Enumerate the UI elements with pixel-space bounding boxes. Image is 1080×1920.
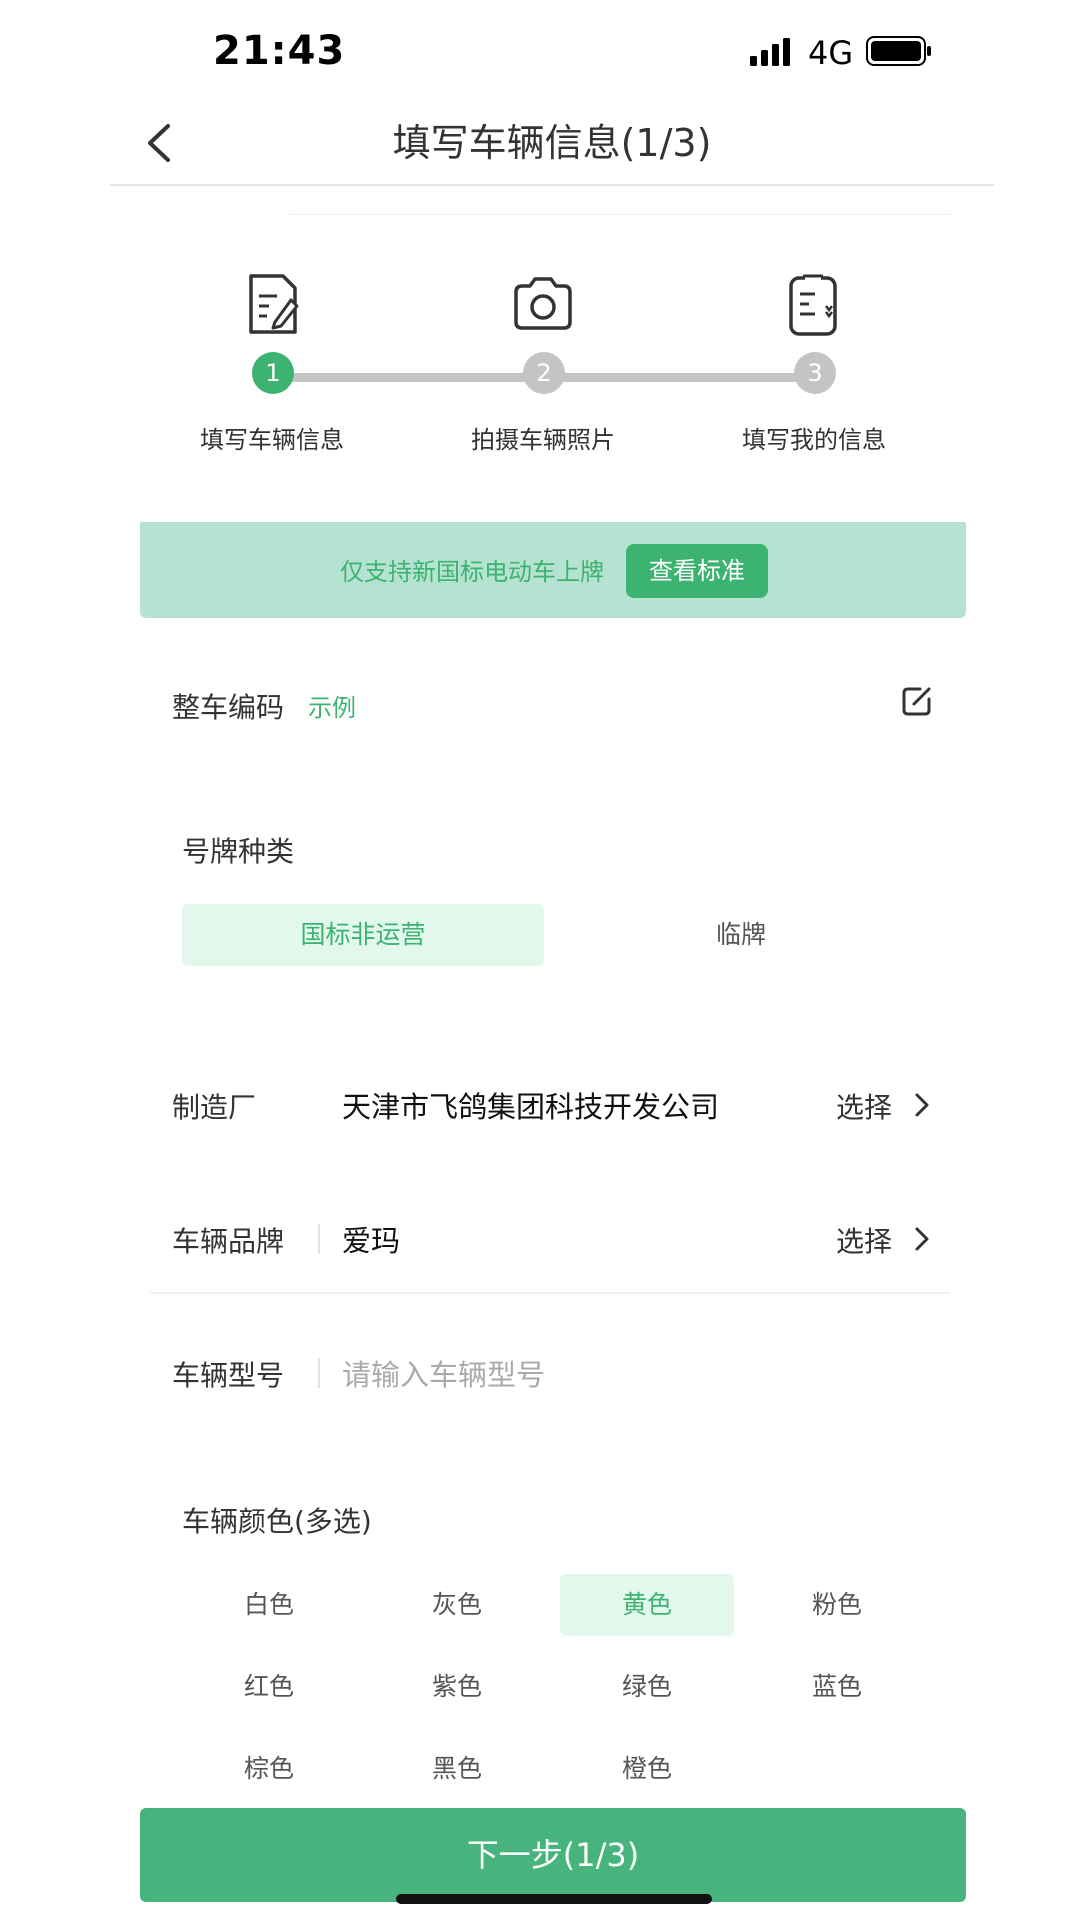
step-2-number: 2 bbox=[523, 352, 565, 394]
manufacturer-label: 制造厂 bbox=[172, 1091, 257, 1124]
manufacturer-select[interactable]: 选择 bbox=[836, 1086, 892, 1126]
brand-value[interactable]: 爱玛 bbox=[342, 1218, 400, 1260]
step-1: 1 填写车辆信息 bbox=[162, 208, 382, 458]
status-time: 21:43 bbox=[213, 28, 346, 74]
color-option-brown[interactable]: 棕色 bbox=[182, 1738, 356, 1800]
next-step-button[interactable]: 下一步(1/3) bbox=[140, 1808, 966, 1902]
status-bar: 21:43 4G bbox=[0, 0, 1080, 100]
brand-select[interactable]: 选择 bbox=[836, 1220, 892, 1260]
plate-type-label: 号牌种类 bbox=[182, 835, 295, 868]
clipboard-icon bbox=[789, 274, 837, 336]
step-1-label: 填写车辆信息 bbox=[200, 426, 344, 454]
step-1-number: 1 bbox=[252, 352, 294, 394]
chevron-right-icon[interactable] bbox=[914, 1090, 930, 1120]
navigation-bar: 填写车辆信息(1/3) bbox=[110, 100, 994, 186]
step-2-label: 拍摄车辆照片 bbox=[471, 426, 615, 454]
step-2: 2 拍摄车辆照片 bbox=[433, 208, 653, 458]
color-option-gray[interactable]: 灰色 bbox=[370, 1574, 544, 1636]
document-edit-icon bbox=[249, 274, 299, 334]
model-input[interactable]: 请输入车辆型号 bbox=[342, 1352, 545, 1394]
plate-option-national[interactable]: 国标非运营 bbox=[182, 904, 544, 966]
vin-example-link[interactable]: 示例 bbox=[308, 688, 356, 723]
page-title: 填写车辆信息(1/3) bbox=[392, 121, 712, 165]
battery-icon bbox=[866, 36, 931, 66]
notice-text: 仅支持新国标电动车上牌 bbox=[340, 558, 604, 586]
color-option-black[interactable]: 黑色 bbox=[370, 1738, 544, 1800]
color-option-purple[interactable]: 紫色 bbox=[370, 1656, 544, 1718]
home-indicator[interactable] bbox=[396, 1894, 712, 1904]
step-3-label: 填写我的信息 bbox=[742, 426, 886, 454]
step-3: 3 填写我的信息 bbox=[704, 208, 924, 458]
color-option-white[interactable]: 白色 bbox=[182, 1574, 356, 1636]
plate-option-temporary[interactable]: 临牌 bbox=[560, 904, 922, 966]
divider bbox=[150, 1292, 950, 1294]
edit-icon[interactable] bbox=[900, 684, 934, 718]
divider bbox=[318, 1224, 320, 1254]
view-standard-button[interactable]: 查看标准 bbox=[626, 544, 768, 598]
color-option-yellow[interactable]: 黄色 bbox=[560, 1574, 734, 1636]
chevron-right-icon[interactable] bbox=[914, 1224, 930, 1254]
step-3-number: 3 bbox=[794, 352, 836, 394]
color-option-pink[interactable]: 粉色 bbox=[750, 1574, 924, 1636]
divider bbox=[318, 1358, 320, 1388]
model-label: 车辆型号 bbox=[172, 1359, 285, 1392]
color-option-orange[interactable]: 橙色 bbox=[560, 1738, 734, 1800]
network-label: 4G bbox=[808, 34, 854, 72]
manufacturer-value[interactable]: 天津市飞鸽集团科技开发公司 bbox=[342, 1084, 719, 1126]
color-option-red[interactable]: 红色 bbox=[182, 1656, 356, 1718]
color-option-green[interactable]: 绿色 bbox=[560, 1656, 734, 1718]
notice-banner: 仅支持新国标电动车上牌 查看标准 bbox=[140, 522, 966, 618]
vin-label: 整车编码 bbox=[172, 691, 285, 724]
camera-icon bbox=[514, 277, 572, 330]
signal-icon bbox=[750, 38, 790, 66]
brand-label: 车辆品牌 bbox=[172, 1225, 285, 1258]
color-label: 车辆颜色(多选) bbox=[182, 1505, 372, 1538]
color-option-blue[interactable]: 蓝色 bbox=[750, 1656, 924, 1718]
